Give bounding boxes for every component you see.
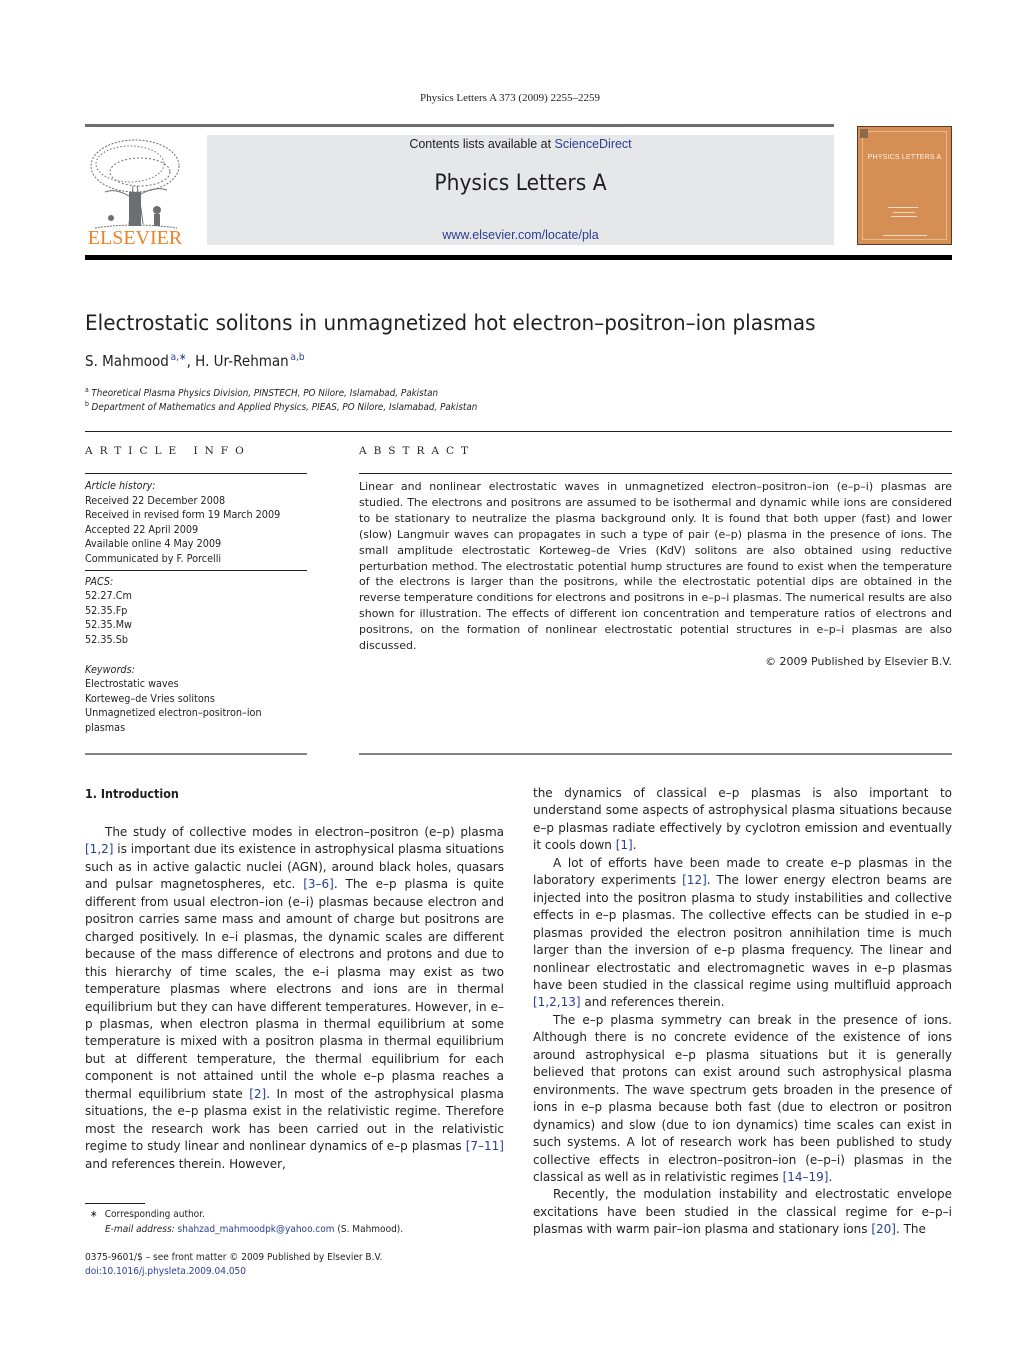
cover-line [893,212,915,213]
keyword: Unmagnetized electron–positron–ion [85,707,262,720]
header-divider [85,255,952,260]
cover-line [888,207,918,208]
top-rule [85,124,834,127]
paragraph-text: . The [895,1222,926,1237]
citation-link[interactable]: [3–6] [303,877,334,891]
article-title: Electrostatic solitons in unmagnetized h… [85,311,816,336]
paragraph-text: . [828,1169,833,1184]
citation-link[interactable]: [14–19] [783,1170,829,1184]
author-marks[interactable]: a,∗ [171,352,187,363]
keyword: Electrostatic waves [85,678,179,691]
paragraph-text: . [632,838,637,853]
history-item: Available online 4 May 2009 [85,538,222,551]
cover-line [891,216,917,217]
cover-title: PHYSICS LETTERS A [867,154,942,161]
journal-cover-image: PHYSICS LETTERS A [857,126,952,245]
paragraph-text: . The e–p plasma is quite different from… [85,877,504,1101]
citation-link[interactable]: [1,2,13] [533,995,581,1009]
author-marks[interactable]: a,b [291,352,305,363]
journal-name: Physics Letters A [434,171,607,196]
footnote-email: E-mail address: shahzad_mahmoodpk@yahoo.… [105,1224,403,1235]
paragraph-text: the dynamics of classical e–p plasmas is… [533,786,952,853]
citation-link[interactable]: [1] [616,838,633,852]
abstract-copyright: © 2009 Published by Elsevier B.V. [765,654,952,668]
paragraph: Recently, the modulation instability and… [533,1186,952,1238]
pacs-item: 52.35.Sb [85,633,128,646]
sciencedirect-link[interactable]: ScienceDirect [555,137,632,151]
journal-url-link[interactable]: www.elsevier.com/locate/pla [207,228,834,242]
body-column-left: The study of collective modes in electro… [85,824,504,1173]
keyword: Korteweg–de Vries solitons [85,692,215,705]
history-item: Communicated by F. Porcelli [85,552,222,565]
author-name[interactable]: H. Ur-Rehman [195,352,289,370]
paragraph: The e–p plasma symmetry can break in the… [533,1012,952,1187]
citation-link[interactable]: [1,2] [85,842,113,856]
abstract-text: Linear and nonlinear electrostatic waves… [359,480,952,653]
abstract-rule [359,473,952,474]
keyword: plasmas [85,721,126,734]
citation-link[interactable]: [20] [871,1222,896,1236]
paragraph: The study of collective modes in electro… [85,824,504,1173]
history-label: Article history: [85,480,156,492]
abstract: ABSTRACT Linear and nonlinear electrosta… [359,445,952,670]
affiliation: a Theoretical Plasma Physics Division, PI… [85,386,438,399]
footnote-rule [85,1203,145,1204]
pacs-list: PACS: 52.27.Cm 52.35.Fp 52.35.Mw 52.35.S… [85,575,289,648]
keywords-label: Keywords: [85,663,135,676]
abstract-bottom-rule [359,753,952,755]
journal-banner: Contents lists available at ScienceDirec… [207,135,834,245]
author-name[interactable]: S. Mahmood [85,352,169,370]
info-rule [85,569,307,571]
keywords-list: Keywords: Electrostatic waves Korteweg–d… [85,663,289,736]
paragraph: the dynamics of classical e–p plasmas is… [533,785,952,855]
footnote-corresponding-text: Corresponding author. [104,1209,205,1220]
history-item: Accepted 22 April 2009 [85,523,199,536]
pacs-item: 52.35.Mw [85,619,132,632]
citation-link[interactable]: [12] [682,873,707,887]
paragraph-text: The e–p plasma symmetry can break in the… [533,1012,952,1184]
email-label: E-mail address: [105,1224,175,1235]
doi-link[interactable]: doi:10.1016/j.physleta.2009.04.050 [85,1266,246,1277]
section-divider [85,431,952,432]
footnote-star: ∗ [90,1209,98,1220]
info-rule [85,473,307,474]
affiliation: b Department of Mathematics and Applied P… [85,400,477,413]
citation-link[interactable]: [7–11] [466,1139,504,1153]
running-head: Physics Letters A 373 (2009) 2255–2259 [420,92,600,104]
history-item: Received in revised form 19 March 2009 [85,509,281,522]
affiliation-text: Department of Mathematics and Applied Ph… [91,402,478,413]
email-link[interactable]: shahzad_mahmoodpk@yahoo.com [178,1224,335,1235]
paragraph-text: . The lower energy electron beams are in… [533,873,953,992]
info-bottom-rule [85,753,307,755]
pacs-label: PACS: [85,575,114,588]
affiliation-text: Theoretical Plasma Physics Division, PIN… [91,388,439,399]
abstract-body: Linear and nonlinear electrostatic waves… [359,479,952,670]
section-heading: 1. Introduction [85,787,179,801]
cover-frame [862,131,947,240]
front-matter: 0375-9601/$ – see front matter © 2009 Pu… [85,1252,383,1263]
affiliation-mark: b [85,400,89,408]
abstract-heading: ABSTRACT [359,445,476,457]
pacs-item: 52.35.Fp [85,604,128,617]
article-info-heading: ARTICLE INFO [85,445,251,457]
contents-line: Contents lists available at ScienceDirec… [207,137,834,151]
cover-line [883,235,927,236]
paragraph-text: and references therein. [580,995,725,1010]
history-item: Received 22 December 2008 [85,494,226,507]
paragraph-text: and references therein. However, [85,1156,286,1171]
article-history: Article history: Received 22 December 20… [85,479,289,567]
paragraph: A lot of efforts have been made to creat… [533,855,952,1012]
footnote-corresponding: ∗ Corresponding author. [90,1209,205,1220]
cover-publisher-mark-icon [860,129,868,138]
email-owner: (S. Mahmood). [334,1224,404,1235]
pacs-item: 52.27.Cm [85,590,132,603]
article-info: ARTICLE INFO Article history: Received 2… [85,445,307,736]
paragraph-text: The study of collective modes in electro… [105,825,504,839]
contents-prefix: Contents lists available at [409,137,555,151]
author-list: S. Mahmood a,∗, H. Ur-Rehman a,b [85,352,305,370]
citation-link[interactable]: [2] [249,1087,266,1101]
body-column-right: the dynamics of classical e–p plasmas is… [533,785,952,1239]
publisher-logo: ELSEVIER [87,227,183,249]
affiliation-mark: a [85,386,89,394]
